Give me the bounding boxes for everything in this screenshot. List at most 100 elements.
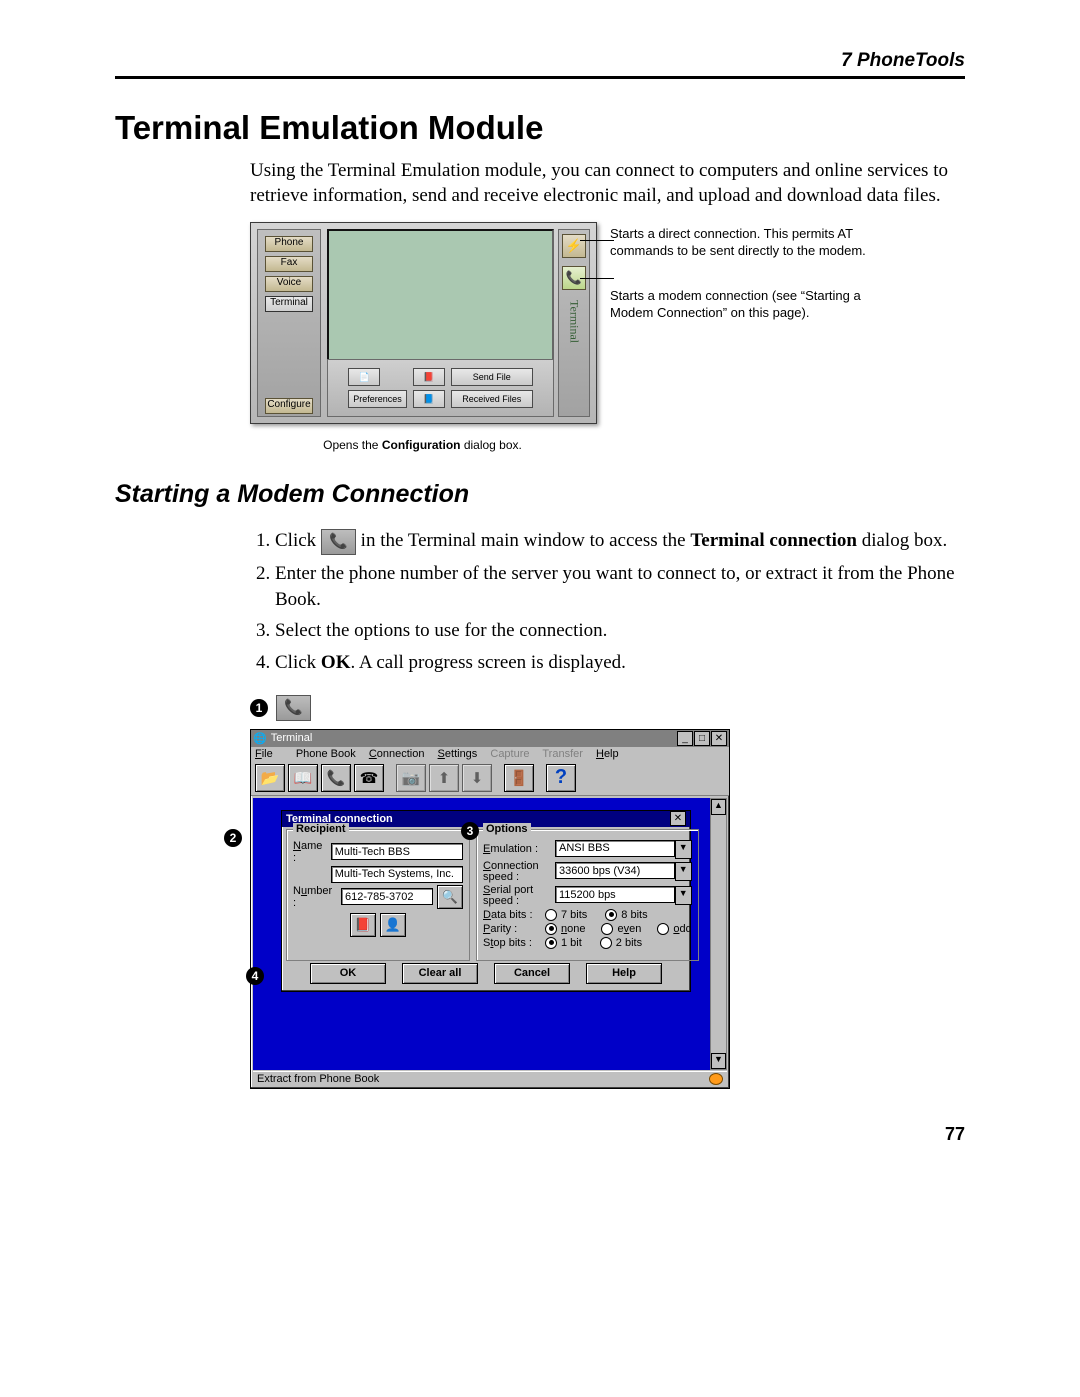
lookup-button[interactable]: 🔍 <box>437 885 463 909</box>
caption-configuration: Opens the Configuration dialog box. <box>250 438 595 452</box>
label-connection-speed: Connectionspeed : <box>483 861 551 883</box>
status-text: Extract from Phone Book <box>257 1073 379 1085</box>
cancel-button[interactable]: Cancel <box>494 963 570 984</box>
side-configure-button[interactable]: Configure <box>265 398 313 414</box>
window-titlebar[interactable]: 🌐 Terminal _ □ ✕ <box>251 730 729 747</box>
side-fax-button[interactable]: Fax <box>265 256 313 272</box>
right-label: Terminal <box>567 300 582 343</box>
client-area: Terminal connection ✕ Recipient Name : <box>253 798 711 1070</box>
ok-button[interactable]: OK <box>310 963 386 984</box>
callout-1-marker: 1 <box>250 699 268 717</box>
group-options: Options Emulation : ▼ Connectionspeed : <box>476 829 699 961</box>
page-number: 77 <box>115 1124 965 1145</box>
label-emulation: Emulation : <box>483 843 551 855</box>
status-led-icon <box>709 1073 723 1085</box>
subtitle: Starting a Modem Connection <box>115 480 965 509</box>
callout-4-marker: 4 <box>246 967 264 985</box>
menu-transfer: Transfer <box>542 748 583 760</box>
scroll-down-icon[interactable]: ▼ <box>711 1053 726 1069</box>
book-icon[interactable]: 📕 <box>413 368 445 386</box>
side-terminal-button[interactable]: Terminal <box>265 296 313 312</box>
serial-speed-combo[interactable]: ▼ <box>555 886 692 905</box>
radio-7bits[interactable] <box>545 909 557 921</box>
callout-3-marker: 3 <box>461 822 479 840</box>
dialog-close-button[interactable]: ✕ <box>670 811 686 826</box>
tool-help-icon[interactable]: ? <box>546 764 576 792</box>
terminal-module-screenshot: Phone Fax Voice Terminal Configure ⚡ 📞 T… <box>250 222 965 432</box>
phonebook-button[interactable]: 📕 <box>350 913 376 937</box>
label-stopbits: Stop bits : <box>483 937 541 949</box>
radio-parity-odd[interactable] <box>657 923 669 935</box>
menu-file: File <box>255 748 283 760</box>
callout-2-marker: 2 <box>224 829 242 847</box>
terminal-connection-dialog: Terminal connection ✕ Recipient Name : <box>281 810 691 992</box>
terminal-screen <box>327 229 554 361</box>
legend-recipient: Recipient <box>293 823 349 835</box>
clearall-button[interactable]: Clear all <box>402 963 478 984</box>
tool-exit-icon[interactable]: 🚪 <box>504 764 534 792</box>
emulation-combo[interactable]: ▼ <box>555 840 692 859</box>
menu-capture: Capture <box>490 748 529 760</box>
help-button[interactable]: Help <box>586 963 662 984</box>
company-field[interactable] <box>331 866 463 883</box>
direct-connection-icon[interactable]: ⚡ <box>562 234 586 258</box>
tool-open-icon[interactable]: 📂 <box>255 764 285 792</box>
label-serial-speed: Serial portspeed : <box>483 885 551 907</box>
book2-icon[interactable]: 📘 <box>413 390 445 408</box>
vertical-scrollbar[interactable]: ▲ ▼ <box>710 798 727 1070</box>
radio-stop-2[interactable] <box>600 937 612 949</box>
page-title: Terminal Emulation Module <box>115 109 965 147</box>
window-app-icon: 🌐 <box>253 732 267 745</box>
label-number: Number : <box>293 885 337 909</box>
menubar[interactable]: File Phone Book Connection Settings Capt… <box>251 747 729 761</box>
toolbar: 📂 📖 📞 ☎ 📷 ⬆ ⬇ 🚪 ? <box>251 761 729 796</box>
top-rule <box>115 76 965 79</box>
steps-list: Click 📞 in the Terminal main window to a… <box>250 528 965 675</box>
tool-download-icon[interactable]: ⬇ <box>462 764 492 792</box>
number-field[interactable] <box>341 888 433 905</box>
send-file-button[interactable]: Send File <box>451 368 533 386</box>
radio-parity-none[interactable] <box>545 923 557 935</box>
name-field[interactable] <box>331 843 463 860</box>
step-1: Click 📞 in the Terminal main window to a… <box>275 528 965 555</box>
tool-hangup-icon[interactable]: ☎ <box>354 764 384 792</box>
add-contact-button[interactable]: 👤 <box>380 913 406 937</box>
close-button[interactable]: ✕ <box>711 731 727 746</box>
tool-capture-icon[interactable]: 📷 <box>396 764 426 792</box>
modem-connection-inline-icon: 📞 <box>321 529 356 555</box>
connection-speed-combo[interactable]: ▼ <box>555 862 692 881</box>
preferences-button[interactable]: Preferences <box>348 390 407 408</box>
callout-direct-connection: Starts a direct connection. This permits… <box>610 226 870 259</box>
label-name: Name : <box>293 840 327 864</box>
group-recipient: Recipient Name : Number : <box>286 829 470 961</box>
legend-options: Options <box>483 823 531 835</box>
tool-upload-icon[interactable]: ⬆ <box>429 764 459 792</box>
radio-stop-1[interactable] <box>545 937 557 949</box>
step-4: Click OK. A call progress screen is disp… <box>275 650 965 676</box>
running-head: 7 PhoneTools <box>115 50 965 72</box>
side-phone-button[interactable]: Phone <box>265 236 313 252</box>
menu-phonebook: Phone Book <box>296 748 356 760</box>
tool-book-icon[interactable]: 📖 <box>288 764 318 792</box>
tool-dial-icon[interactable]: 📞 <box>321 764 351 792</box>
label-databits: Data bits : <box>483 909 541 921</box>
received-files-button[interactable]: Received Files <box>451 390 533 408</box>
xfer-icon[interactable]: 📄 <box>348 368 380 386</box>
menu-help: Help <box>596 748 619 760</box>
label-parity: Parity : <box>483 923 541 935</box>
step-3: Select the options to use for the connec… <box>275 618 965 644</box>
maximize-button[interactable]: □ <box>694 731 710 746</box>
callout-modem-connection: Starts a modem connection (see “Starting… <box>610 288 870 321</box>
side-voice-button[interactable]: Voice <box>265 276 313 292</box>
intro-paragraph: Using the Terminal Emulation module, you… <box>250 159 965 208</box>
minimize-button[interactable]: _ <box>677 731 693 746</box>
scroll-up-icon[interactable]: ▲ <box>711 799 726 815</box>
step-2: Enter the phone number of the server you… <box>275 561 965 612</box>
modem-connection-icon-large: 📞 <box>276 695 311 721</box>
window-title: Terminal <box>271 732 313 744</box>
menu-connection: Connection <box>369 748 425 760</box>
terminal-connection-screenshot: 🌐 Terminal _ □ ✕ File Phone Book Connect… <box>250 729 730 1089</box>
radio-8bits[interactable] <box>605 909 617 921</box>
menu-settings: Settings <box>438 748 478 760</box>
radio-parity-even[interactable] <box>601 923 613 935</box>
